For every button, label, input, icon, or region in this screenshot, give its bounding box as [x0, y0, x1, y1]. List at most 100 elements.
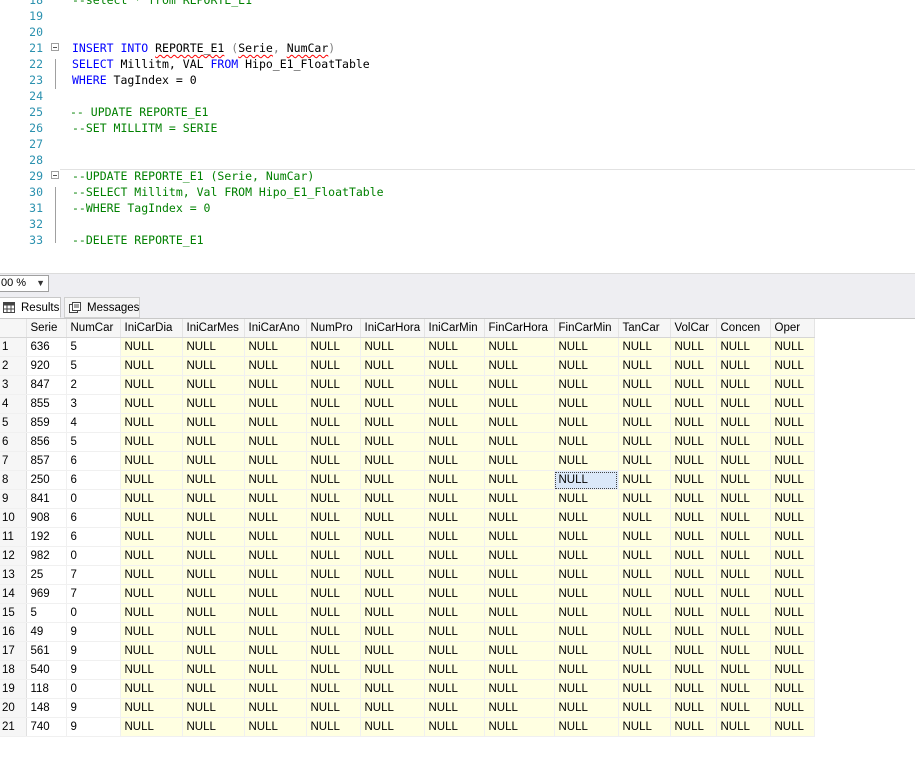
null-cell[interactable]: NULL — [306, 356, 361, 376]
table-row[interactable]: 11 192 6 NULL NULL NULL NULL NULL NULL NULL NULL NU… — [0, 527, 815, 547]
cell-serie[interactable]: 636 — [26, 337, 67, 357]
null-cell[interactable]: NULL — [770, 717, 815, 737]
cell-serie[interactable]: 118 — [26, 679, 67, 699]
code-line[interactable]: 32 — [0, 216, 915, 232]
row-number[interactable]: 4 — [0, 394, 27, 414]
null-cell[interactable]: NULL — [120, 470, 183, 490]
row-number[interactable]: 9 — [0, 489, 27, 509]
row-number[interactable]: 11 — [0, 527, 27, 547]
code-line[interactable]: 21 INSERT INTO REPORTE_E1 (Serie, NumCar) — [0, 40, 915, 56]
null-cell[interactable]: NULL — [120, 356, 183, 376]
null-cell[interactable]: NULL — [484, 375, 555, 395]
row-number[interactable]: 6 — [0, 432, 27, 452]
null-cell[interactable]: NULL — [554, 432, 619, 452]
null-cell[interactable]: NULL — [770, 565, 815, 585]
row-number[interactable]: 18 — [0, 660, 27, 680]
row-number[interactable]: 8 — [0, 470, 27, 490]
null-cell[interactable]: NULL — [770, 432, 815, 452]
cell-serie[interactable]: 982 — [26, 546, 67, 566]
column-header[interactable]: TanCar — [618, 319, 671, 338]
null-cell[interactable]: NULL — [120, 603, 183, 623]
row-number[interactable]: 21 — [0, 717, 27, 737]
null-cell[interactable]: NULL — [618, 679, 671, 699]
null-cell[interactable]: NULL — [770, 413, 815, 433]
null-cell[interactable]: NULL — [770, 622, 815, 642]
null-cell[interactable]: NULL — [618, 546, 671, 566]
cell-numcar[interactable]: 2 — [66, 375, 121, 395]
null-cell[interactable]: NULL — [770, 679, 815, 699]
null-cell[interactable]: NULL — [484, 470, 555, 490]
null-cell[interactable]: NULL — [424, 584, 485, 604]
cell-numcar[interactable]: 9 — [66, 641, 121, 661]
null-cell[interactable]: NULL — [670, 622, 717, 642]
null-cell[interactable]: NULL — [306, 470, 361, 490]
null-cell[interactable]: NULL — [182, 584, 245, 604]
null-cell[interactable]: NULL — [182, 451, 245, 471]
tab-results[interactable]: Results — [0, 297, 61, 318]
null-cell[interactable]: NULL — [306, 660, 361, 680]
cell-numcar[interactable]: 0 — [66, 679, 121, 699]
null-cell[interactable]: NULL — [182, 641, 245, 661]
null-cell[interactable]: NULL — [618, 470, 671, 490]
cell-serie[interactable]: 908 — [26, 508, 67, 528]
null-cell[interactable]: NULL — [182, 356, 245, 376]
null-cell[interactable]: NULL — [670, 470, 717, 490]
null-cell[interactable]: NULL — [360, 337, 425, 357]
null-cell[interactable]: NULL — [306, 584, 361, 604]
null-cell[interactable]: NULL — [484, 679, 555, 699]
null-cell[interactable]: NULL — [182, 660, 245, 680]
cell-serie[interactable]: 855 — [26, 394, 67, 414]
row-number[interactable]: 17 — [0, 641, 27, 661]
null-cell[interactable]: NULL — [360, 470, 425, 490]
null-cell[interactable]: NULL — [182, 470, 245, 490]
row-number[interactable]: 16 — [0, 622, 27, 642]
null-cell[interactable]: NULL — [484, 337, 555, 357]
table-row[interactable]: 9 841 0 NULL NULL NULL NULL NULL NULL NULL NULL NUL… — [0, 489, 815, 509]
null-cell[interactable]: NULL — [182, 527, 245, 547]
null-cell[interactable]: NULL — [716, 356, 771, 376]
null-cell[interactable]: NULL — [770, 584, 815, 604]
cell-serie[interactable]: 192 — [26, 527, 67, 547]
null-cell[interactable]: NULL — [120, 698, 183, 718]
null-cell[interactable]: NULL — [770, 660, 815, 680]
null-cell[interactable]: NULL — [770, 527, 815, 547]
null-cell[interactable]: NULL — [770, 394, 815, 414]
row-number[interactable]: 2 — [0, 356, 27, 376]
null-cell[interactable]: NULL — [306, 603, 361, 623]
table-row[interactable]: 15 5 0 NULL NULL NULL NULL NULL NULL NULL NULL NULL… — [0, 603, 815, 623]
null-cell[interactable]: NULL — [554, 717, 619, 737]
null-cell[interactable]: NULL — [770, 698, 815, 718]
cell-serie[interactable]: 250 — [26, 470, 67, 490]
null-cell[interactable]: NULL — [360, 432, 425, 452]
null-cell[interactable]: NULL — [716, 660, 771, 680]
column-header[interactable]: FinCarHora — [484, 319, 555, 338]
null-cell[interactable]: NULL — [670, 546, 717, 566]
cell-serie[interactable]: 859 — [26, 413, 67, 433]
null-cell[interactable]: NULL — [182, 413, 245, 433]
cell-serie[interactable]: 540 — [26, 660, 67, 680]
null-cell[interactable]: NULL — [360, 489, 425, 509]
null-cell[interactable]: NULL — [306, 641, 361, 661]
null-cell[interactable]: NULL — [306, 717, 361, 737]
null-cell[interactable]: NULL — [424, 356, 485, 376]
null-cell[interactable]: NULL — [244, 432, 307, 452]
null-cell[interactable]: NULL — [424, 432, 485, 452]
null-cell[interactable]: NULL — [716, 698, 771, 718]
cell-serie[interactable]: 856 — [26, 432, 67, 452]
null-cell[interactable]: NULL — [770, 337, 815, 357]
null-cell[interactable]: NULL — [770, 470, 815, 490]
null-cell[interactable]: NULL — [716, 337, 771, 357]
cell-numcar[interactable]: 9 — [66, 698, 121, 718]
null-cell[interactable]: NULL — [770, 508, 815, 528]
null-cell[interactable]: NULL — [716, 432, 771, 452]
null-cell[interactable]: NULL — [120, 622, 183, 642]
null-cell[interactable]: NULL — [360, 660, 425, 680]
null-cell[interactable]: NULL — [484, 565, 555, 585]
null-cell[interactable]: NULL — [618, 565, 671, 585]
code-line[interactable]: 22 SELECT Millitm, VAL FROM Hipo_E1_Float… — [0, 56, 915, 72]
null-cell[interactable]: NULL — [306, 375, 361, 395]
null-cell[interactable]: NULL — [244, 603, 307, 623]
null-cell[interactable]: NULL — [716, 451, 771, 471]
null-cell[interactable]: NULL — [716, 717, 771, 737]
null-cell[interactable]: NULL — [424, 527, 485, 547]
